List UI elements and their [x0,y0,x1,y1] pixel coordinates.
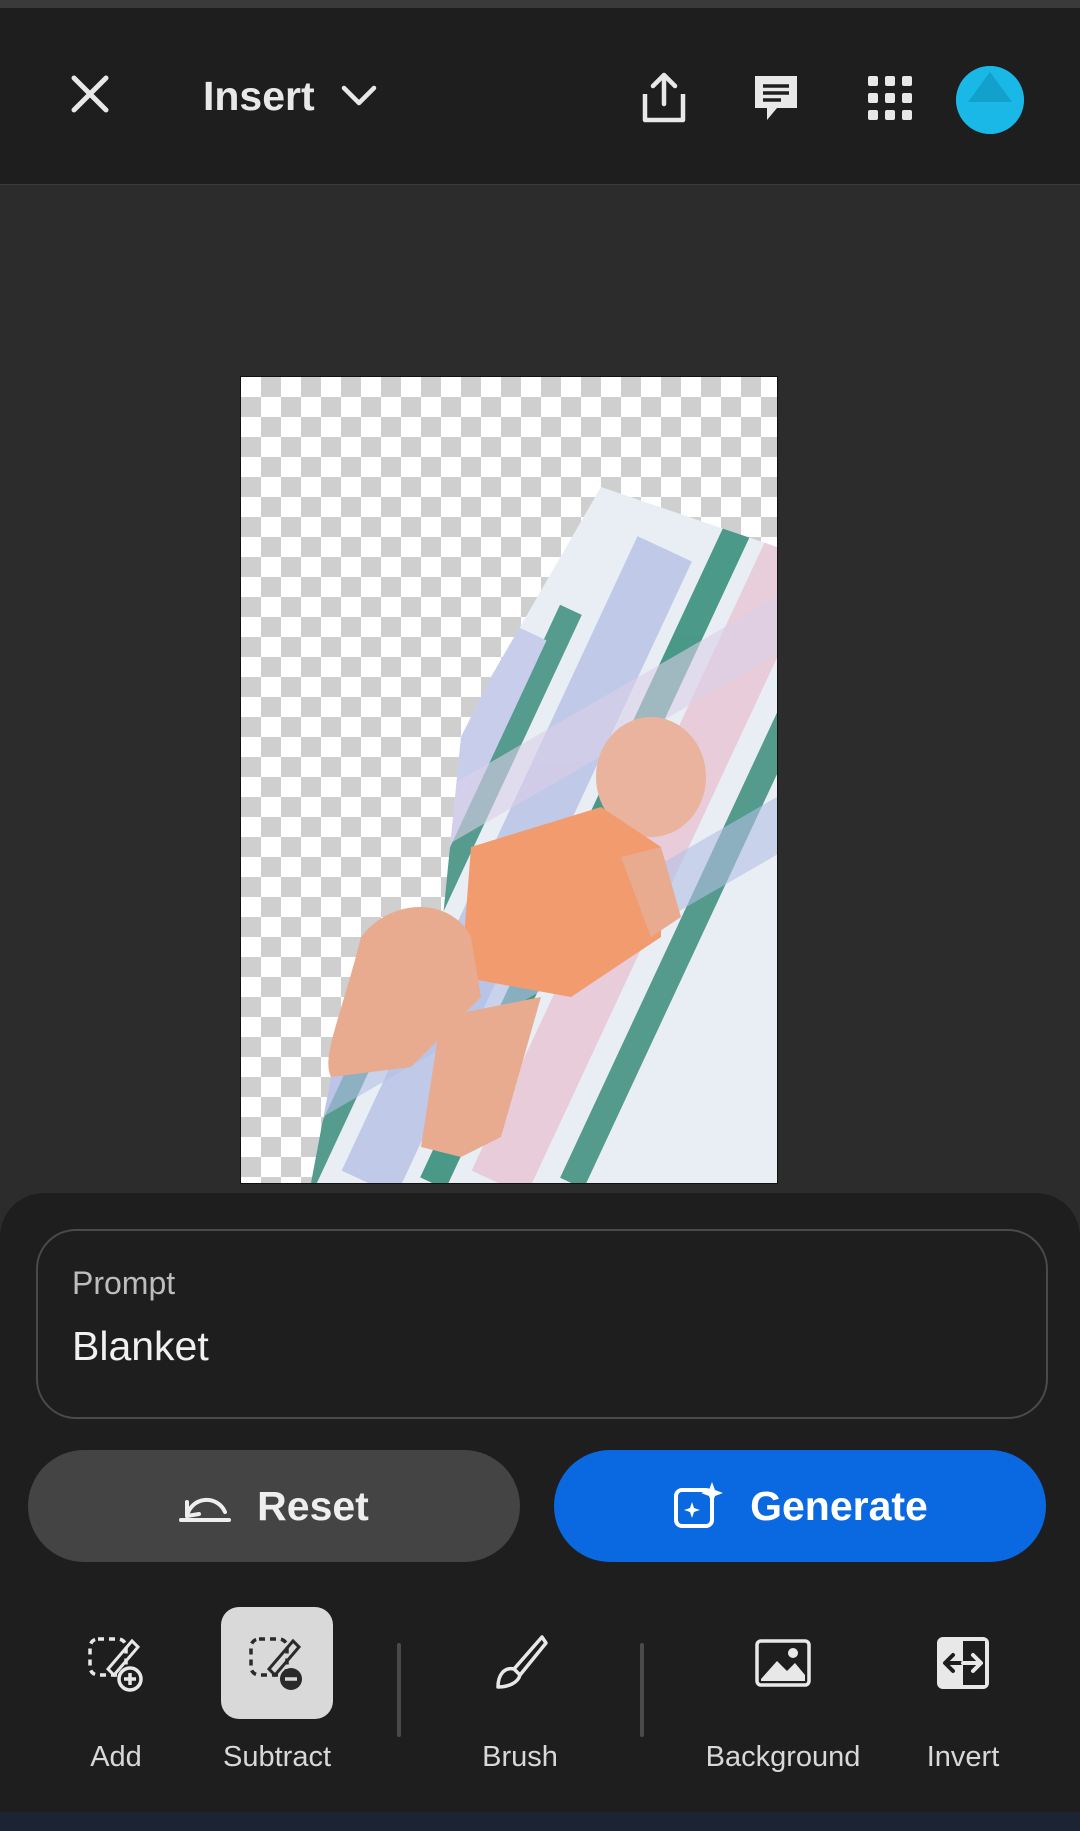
apps-grid-icon [868,76,912,120]
tools-divider [397,1643,401,1737]
chevron-down-icon [341,85,376,106]
tool-brush-label: Brush [482,1741,558,1773]
tool-background[interactable]: Background [706,1603,860,1803]
generate-button[interactable]: Generate [554,1450,1046,1562]
bottom-panel: Prompt Blanket Reset Generate Add Subtra… [0,1193,1080,1831]
close-icon [71,75,109,113]
tools-divider [640,1643,644,1737]
prompt-input-value[interactable]: Blanket [72,1323,209,1370]
selection-tools: Add Subtract Brush Background Invert [0,1603,1080,1803]
system-nav-bar [0,1812,1080,1831]
subtract-selection-icon [221,1607,333,1719]
avatar[interactable] [956,66,1024,134]
mode-label: Insert [203,72,315,119]
reset-label: Reset [257,1482,369,1529]
status-line [0,0,1080,8]
tool-brush[interactable]: Brush [450,1603,590,1803]
generate-sparkle-icon [674,1482,724,1528]
avatar-shape-icon [956,66,1024,134]
tool-invert[interactable]: Invert [893,1603,1033,1803]
image-canvas[interactable] [240,376,778,1184]
prompt-label: Prompt [72,1265,176,1301]
reset-icon [179,1497,232,1522]
add-selection-icon [60,1607,172,1719]
comment-icon [755,76,797,120]
prompt-field[interactable]: Prompt Blanket [36,1229,1048,1419]
tool-background-label: Background [705,1741,861,1773]
tool-subtract-label: Subtract [223,1741,331,1773]
tool-invert-label: Invert [926,1741,1000,1773]
invert-icon [907,1607,1019,1719]
top-toolbar: Insert [0,8,1080,185]
share-icon [642,72,686,123]
apps-button[interactable] [858,66,922,130]
photo-baby-on-blanket [311,487,777,1183]
brush-icon [464,1607,576,1719]
tool-add[interactable]: Add [46,1603,186,1803]
tool-subtract[interactable]: Subtract [207,1603,347,1803]
comment-button[interactable] [744,66,808,130]
close-button[interactable] [60,64,120,124]
background-image-icon [727,1607,839,1719]
generate-label: Generate [750,1482,928,1529]
reset-button[interactable]: Reset [28,1450,520,1562]
share-button[interactable] [632,66,696,130]
mode-dropdown[interactable]: Insert [203,66,377,126]
